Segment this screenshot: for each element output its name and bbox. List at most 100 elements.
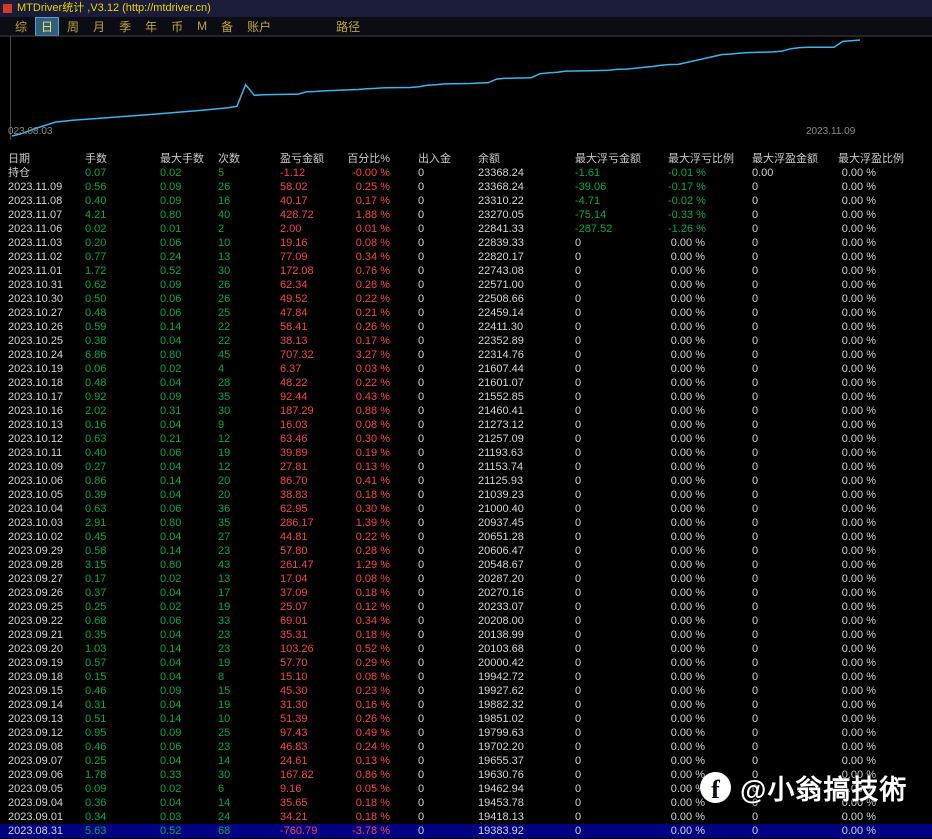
table-row[interactable]: 2023.11.011.720.5230172.080.76 %022743.0…: [0, 264, 932, 278]
menu-item-综[interactable]: 综: [9, 17, 33, 36]
menu-item-周[interactable]: 周: [61, 17, 85, 36]
table-row[interactable]: 2023.09.180.150.04815.100.08 %019942.720…: [0, 670, 932, 684]
cell: 2023.10.31: [8, 278, 85, 292]
cell: 0: [745, 600, 836, 614]
table-row[interactable]: 2023.09.130.510.141051.390.26 %019851.02…: [0, 712, 932, 726]
cell: 35.65: [280, 796, 345, 810]
table-row[interactable]: 2023.09.070.250.041424.610.13 %019655.37…: [0, 754, 932, 768]
table-row[interactable]: 2023.10.120.630.211263.460.30 %021257.09…: [0, 432, 932, 446]
table-row[interactable]: 2023.08.315.630.5268-760.79-3.78 %019383…: [0, 824, 932, 838]
table-row[interactable]: 2023.11.080.400.091640.170.17 %023310.22…: [0, 194, 932, 208]
table-row[interactable]: 2023.09.201.030.1423103.260.52 %020103.6…: [0, 642, 932, 656]
table-row[interactable]: 2023.10.270.480.062547.840.21 %022459.14…: [0, 306, 932, 320]
cell: 4: [218, 362, 280, 376]
column-header: 最大浮亏金额: [575, 152, 668, 166]
cell: 0: [575, 656, 668, 670]
table-row[interactable]: 2023.11.060.020.0122.000.01 %022841.33-2…: [0, 222, 932, 236]
cell: 0: [575, 474, 668, 488]
column-header: 最大浮盈金额: [745, 152, 836, 166]
cell: 0.16: [85, 418, 160, 432]
cell: 0: [390, 418, 478, 432]
cell: 0: [390, 642, 478, 656]
cell: 0.19 %: [345, 446, 390, 460]
table-row[interactable]: 2023.10.170.920.093592.440.43 %021552.85…: [0, 390, 932, 404]
table-row[interactable]: 2023.10.162.020.3130187.290.88 %021460.4…: [0, 404, 932, 418]
table-row[interactable]: 2023.10.180.480.042848.220.22 %021601.07…: [0, 376, 932, 390]
cell: 0.26 %: [345, 320, 390, 334]
cell: 21000.40: [478, 502, 575, 516]
table-row[interactable]: 2023.10.040.630.063662.950.30 %021000.40…: [0, 502, 932, 516]
cell: 0: [575, 376, 668, 390]
table-row[interactable]: 2023.09.220.680.063369.010.34 %020208.00…: [0, 614, 932, 628]
table-row[interactable]: 2023.09.010.340.032434.210.18 %019418.13…: [0, 810, 932, 824]
cell: 0.48: [85, 376, 160, 390]
cell: 0.28 %: [345, 544, 390, 558]
table-row[interactable]: 2023.11.090.560.092658.020.25 %023368.24…: [0, 180, 932, 194]
cell: 26: [218, 180, 280, 194]
cell: 0.18 %: [345, 628, 390, 642]
table-row[interactable]: 2023.10.246.860.8045707.323.27 %022314.7…: [0, 348, 932, 362]
cell: 2023.09.12: [8, 726, 85, 740]
cell: 47.84: [280, 306, 345, 320]
menu-item-备[interactable]: 备: [215, 17, 239, 36]
table-row[interactable]: 2023.10.260.590.142258.410.26 %022411.30…: [0, 320, 932, 334]
menu-item-账户[interactable]: 账户: [241, 17, 277, 36]
table-row[interactable]: 2023.10.310.620.092662.340.28 %022571.00…: [0, 278, 932, 292]
table-row[interactable]: 2023.10.050.390.042038.830.18 %021039.23…: [0, 488, 932, 502]
table-row[interactable]: 2023.11.020.770.241377.090.34 %022820.17…: [0, 250, 932, 264]
table-row[interactable]: 2023.10.020.450.042744.810.22 %020651.28…: [0, 530, 932, 544]
menu-item-季[interactable]: 季: [113, 17, 137, 36]
table-row[interactable]: 2023.10.060.860.142086.700.41 %021125.93…: [0, 474, 932, 488]
table-row[interactable]: 2023.09.150.460.091545.300.23 %019927.62…: [0, 684, 932, 698]
menu-item-path[interactable]: 路径: [330, 17, 366, 36]
cell: 0: [575, 824, 668, 838]
cell: 0.00 %: [668, 628, 745, 642]
table-row[interactable]: 2023.09.120.950.092597.430.49 %019799.63…: [0, 726, 932, 740]
cell: 0.00 %: [668, 446, 745, 460]
table-row[interactable]: 2023.10.130.160.04916.030.08 %021273.120…: [0, 418, 932, 432]
cell: 26: [218, 278, 280, 292]
cell: 3.27 %: [345, 348, 390, 362]
table-row[interactable]: 2023.11.074.210.8040428.721.88 %023270.0…: [0, 208, 932, 222]
cell: 0: [745, 740, 836, 754]
table-row[interactable]: 2023.10.090.270.041227.810.13 %021153.74…: [0, 460, 932, 474]
cell: 0: [390, 656, 478, 670]
cell: 0.80: [160, 348, 218, 362]
table-row[interactable]: 2023.10.250.380.042238.130.17 %022352.89…: [0, 334, 932, 348]
table-row[interactable]: 持仓0.070.025-1.12-0.00 %023368.24-1.61-0.…: [0, 166, 932, 180]
cell: 20: [218, 488, 280, 502]
table-row[interactable]: 2023.10.190.060.0246.370.03 %021607.4400…: [0, 362, 932, 376]
cell: -3.78 %: [345, 824, 390, 838]
cell: 19655.37: [478, 754, 575, 768]
cell: 22352.89: [478, 334, 575, 348]
table-row[interactable]: 2023.09.250.250.021925.070.12 %020233.07…: [0, 600, 932, 614]
table-row[interactable]: 2023.10.300.500.062649.520.22 %022508.66…: [0, 292, 932, 306]
cell: 5: [218, 166, 280, 180]
table-row[interactable]: 2023.09.140.310.041931.300.16 %019882.32…: [0, 698, 932, 712]
table-row[interactable]: 2023.09.080.460.062346.830.24 %019702.20…: [0, 740, 932, 754]
cell: 0: [745, 516, 836, 530]
menu-item-M[interactable]: M: [191, 18, 213, 34]
table-row[interactable]: 2023.09.210.350.042335.310.18 %020138.99…: [0, 628, 932, 642]
table-row[interactable]: 2023.11.030.200.061019.160.08 %022839.33…: [0, 236, 932, 250]
cell: 0.02: [160, 600, 218, 614]
cell: 0: [390, 572, 478, 586]
table-row[interactable]: 2023.10.032.910.8035286.171.39 %020937.4…: [0, 516, 932, 530]
table-row[interactable]: 2023.10.110.400.061939.890.19 %021193.63…: [0, 446, 932, 460]
cell: 0.08 %: [345, 418, 390, 432]
table-row[interactable]: 2023.09.290.580.142357.800.28 %020606.47…: [0, 544, 932, 558]
cell: 0: [575, 544, 668, 558]
cell: 38.83: [280, 488, 345, 502]
cell: 0.06: [160, 306, 218, 320]
table-row[interactable]: 2023.09.283.150.8043261.471.29 %020548.6…: [0, 558, 932, 572]
table-row[interactable]: 2023.09.260.370.041737.090.18 %020270.16…: [0, 586, 932, 600]
table-row[interactable]: 2023.09.190.570.041957.700.29 %020000.42…: [0, 656, 932, 670]
table-row[interactable]: 2023.09.270.170.021317.040.08 %020287.20…: [0, 572, 932, 586]
cell: 0.18 %: [345, 796, 390, 810]
cell: 0.00 %: [836, 642, 932, 656]
menu-item-币[interactable]: 币: [165, 17, 189, 36]
cell: 0: [745, 250, 836, 264]
menu-item-月[interactable]: 月: [87, 17, 111, 36]
menu-item-年[interactable]: 年: [139, 17, 163, 36]
menu-item-日[interactable]: 日: [35, 17, 59, 36]
